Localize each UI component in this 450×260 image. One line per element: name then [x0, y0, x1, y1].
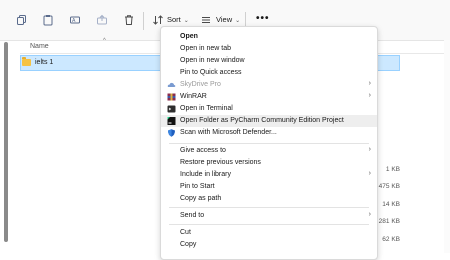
chevron-right-icon: ›: [368, 146, 371, 153]
chevron-right-icon: ›: [368, 170, 371, 177]
menu-divider: [169, 224, 369, 225]
menu-item-restore-versions[interactable]: Restore previous versions: [161, 157, 377, 169]
menu-item-label: Copy as path: [180, 195, 222, 202]
toolbar-separator: [143, 12, 144, 30]
view-button[interactable]: View ⌄: [216, 15, 240, 24]
folder-icon: [22, 57, 31, 66]
menu-item-label: Pin to Start: [180, 183, 215, 190]
menu-item-label: Open in new tab: [180, 45, 231, 52]
view-icon: [200, 14, 212, 26]
chevron-down-icon: ⌄: [235, 18, 241, 24]
skydrive-icon: [167, 81, 176, 89]
menu-item-winrar[interactable]: WinRAR ›: [161, 91, 377, 103]
terminal-icon: [167, 105, 176, 113]
rename-icon[interactable]: A: [69, 14, 81, 26]
sort-button[interactable]: Sort ⌄: [167, 15, 189, 24]
menu-item-label: Copy: [180, 241, 197, 248]
sort-icon: [152, 14, 164, 26]
folder-name: ielts 1: [35, 59, 54, 66]
menu-item-open-new-tab[interactable]: Open in new tab: [161, 43, 377, 55]
svg-text:A: A: [72, 18, 76, 24]
menu-item-give-access[interactable]: Give access to ›: [161, 145, 377, 157]
file-size: 475 KB: [378, 183, 400, 190]
menu-item-open-terminal[interactable]: Open in Terminal: [161, 103, 377, 115]
chevron-down-icon: ⌄: [183, 18, 189, 24]
menu-item-label: Pin to Quick access: [180, 69, 242, 76]
share-icon[interactable]: [96, 14, 108, 26]
name-column-header[interactable]: Name: [30, 43, 49, 50]
menu-item-label: Scan with Microsoft Defender...: [180, 129, 277, 136]
menu-item-label: Restore previous versions: [180, 159, 261, 166]
menu-item-pin-start[interactable]: Pin to Start: [161, 181, 377, 193]
more-options-button[interactable]: •••: [256, 13, 270, 24]
file-size: 14 KB: [382, 201, 400, 208]
menu-item-label: Open Folder as PyCharm Community Edition…: [180, 117, 344, 124]
copy-icon[interactable]: [16, 14, 28, 26]
pycharm-icon: [167, 117, 176, 125]
menu-item-label: Open: [180, 33, 198, 40]
file-size: 281 KB: [378, 218, 400, 225]
sort-label: Sort: [167, 15, 181, 24]
chevron-right-icon: ›: [368, 92, 371, 99]
chevron-right-icon: ›: [368, 211, 371, 218]
menu-divider: [169, 143, 369, 144]
menu-item-label: Cut: [180, 229, 191, 236]
menu-item-copy-path[interactable]: Copy as path: [161, 193, 377, 205]
menu-item-open-new-window[interactable]: Open in new window: [161, 55, 377, 67]
menu-item-label: Send to: [180, 212, 205, 219]
menu-item-open[interactable]: Open: [161, 31, 377, 43]
menu-item-label: Give access to: [180, 147, 226, 154]
chevron-right-icon: ›: [368, 80, 371, 87]
navigation-pane-scrollbar[interactable]: [4, 42, 8, 242]
menu-item-skydrive-pro[interactable]: SkyDrive Pro ›: [161, 79, 377, 91]
menu-item-scan-defender[interactable]: Scan with Microsoft Defender...: [161, 127, 377, 139]
delete-icon[interactable]: [123, 14, 135, 26]
menu-item-cut[interactable]: Cut: [161, 227, 377, 239]
view-label: View: [216, 15, 233, 24]
menu-item-label: SkyDrive Pro: [180, 81, 221, 88]
file-list-scrollbar[interactable]: [444, 40, 450, 253]
menu-item-open-pycharm[interactable]: Open Folder as PyCharm Community Edition…: [161, 115, 377, 127]
menu-item-include-library[interactable]: Include in library ›: [161, 169, 377, 181]
paste-icon[interactable]: [42, 14, 54, 26]
file-size: 62 KB: [382, 236, 400, 243]
menu-item-label: Open in new window: [180, 57, 245, 64]
menu-divider: [169, 207, 369, 208]
winrar-icon: [167, 93, 176, 101]
sort-caret-icon: ^: [103, 38, 106, 44]
menu-item-send-to[interactable]: Send to ›: [161, 210, 377, 222]
menu-item-pin-quick-access[interactable]: Pin to Quick access: [161, 67, 377, 79]
menu-item-label: Open in Terminal: [180, 105, 233, 112]
defender-icon: [167, 129, 176, 137]
menu-item-label: WinRAR: [180, 93, 207, 100]
file-size: 1 KB: [385, 166, 400, 173]
menu-item-copy[interactable]: Copy: [161, 239, 377, 251]
menu-item-label: Include in library: [180, 171, 231, 178]
context-menu: Open Open in new tab Open in new window …: [160, 26, 378, 260]
